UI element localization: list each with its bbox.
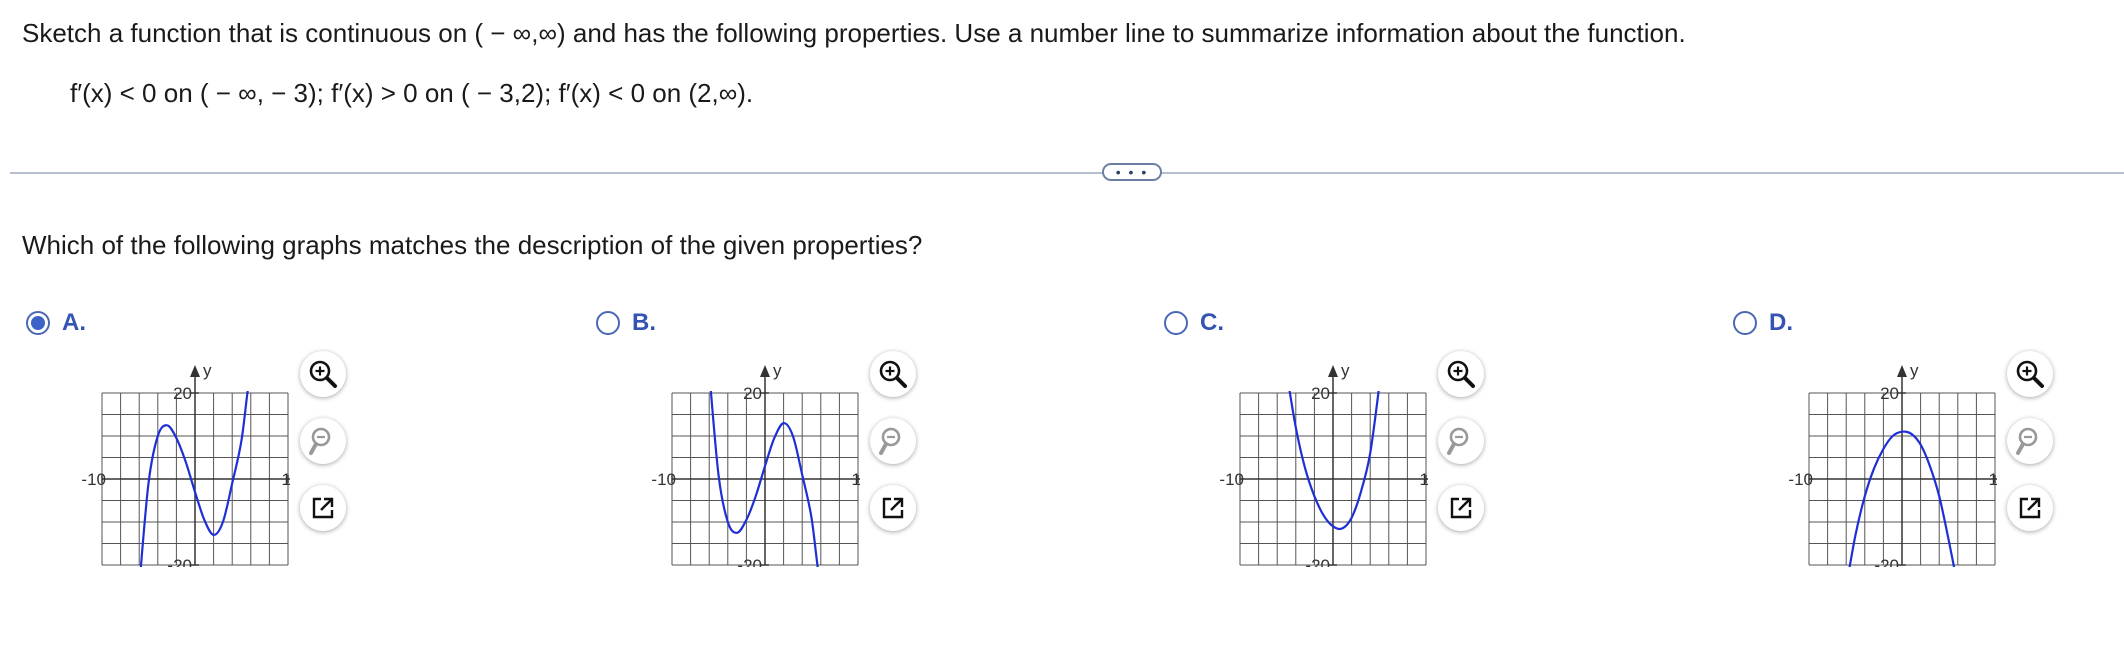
zoom-in-button[interactable] (300, 351, 346, 397)
choice-d-option[interactable]: D. (1733, 309, 1793, 337)
popout-icon (2019, 497, 2041, 519)
choice-c-option[interactable]: C. (1164, 309, 1224, 337)
graph: yx-101020-20 (1788, 361, 1997, 567)
choice-c: C.yx-101020-20 (1164, 305, 1524, 585)
zoom-out-icon (2016, 427, 2038, 455)
y-tick-label: -20 (737, 556, 762, 567)
y-tick-label: -20 (167, 556, 192, 567)
y-tick-label: -20 (1874, 556, 1899, 567)
popout-button[interactable] (2007, 485, 2053, 531)
popout-icon (1450, 497, 1472, 519)
radio-selected-dot (31, 316, 45, 330)
zoom-out-button[interactable] (2007, 418, 2053, 464)
y-tick-label: 20 (1880, 384, 1899, 403)
radio-button[interactable] (26, 311, 50, 335)
zoom-in-icon (309, 360, 337, 388)
x-tick-label: 10 (1989, 470, 1997, 489)
radio-button[interactable] (596, 311, 620, 335)
choice-letter: A. (62, 309, 86, 336)
y-axis-label: y (1341, 361, 1350, 380)
zoom-in-button[interactable] (870, 351, 916, 397)
choice-a-option[interactable]: A. (26, 309, 86, 337)
y-axis-label: y (203, 361, 212, 380)
radio-button[interactable] (1164, 311, 1188, 335)
popout-icon (882, 497, 904, 519)
zoom-out-button[interactable] (870, 418, 916, 464)
show-more-button[interactable]: • • • (1102, 163, 1162, 181)
divider (10, 172, 2124, 174)
y-axis-label: y (773, 361, 782, 380)
zoom-out-button[interactable] (300, 418, 346, 464)
zoom-out-icon (309, 427, 331, 455)
zoom-out-icon (879, 427, 901, 455)
zoom-in-icon (879, 360, 907, 388)
x-tick-label: -10 (1788, 470, 1813, 489)
popout-button[interactable] (300, 485, 346, 531)
x-tick-label: 10 (282, 470, 290, 489)
zoom-out-icon (1447, 427, 1469, 455)
choice-b: B.yx-101020-20 (596, 305, 956, 585)
y-tick-label: 20 (173, 384, 192, 403)
y-tick-label: 20 (1311, 384, 1330, 403)
x-tick-label: -10 (651, 470, 676, 489)
choice-b-option[interactable]: B. (596, 309, 656, 337)
graph: yx-101020-20 (1219, 361, 1428, 567)
graph: yx-101020-20 (651, 361, 860, 567)
x-tick-label: -10 (81, 470, 106, 489)
prompt-text: Sketch a function that is continuous on … (22, 18, 1686, 48)
choice-a: A.yx-101020-20 (26, 305, 386, 585)
y-axis-arrow (190, 365, 200, 377)
zoom-in-icon (2016, 360, 2044, 388)
zoom-in-button[interactable] (1438, 351, 1484, 397)
x-tick-label: -10 (1219, 470, 1244, 489)
popout-button[interactable] (870, 485, 916, 531)
y-tick-label: 20 (743, 384, 762, 403)
y-tick-label: -20 (1305, 556, 1330, 567)
choice-letter: D. (1769, 309, 1793, 336)
zoom-in-button[interactable] (2007, 351, 2053, 397)
properties-text: f′(x) < 0 on ( − ∞, − 3); f′(x) > 0 on (… (70, 78, 754, 108)
zoom-out-button[interactable] (1438, 418, 1484, 464)
y-axis-label: y (1910, 361, 1919, 380)
popout-icon (312, 497, 334, 519)
radio-button[interactable] (1733, 311, 1757, 335)
x-tick-label: 10 (852, 470, 860, 489)
choice-d: D.yx-101020-20 (1733, 305, 2093, 585)
y-axis-arrow (1897, 365, 1907, 377)
popout-button[interactable] (1438, 485, 1484, 531)
question-text: Which of the following graphs matches th… (22, 230, 923, 260)
y-axis-arrow (1328, 365, 1338, 377)
choice-letter: B. (632, 309, 656, 336)
x-tick-label: 10 (1420, 470, 1428, 489)
zoom-in-icon (1447, 360, 1475, 388)
choice-letter: C. (1200, 309, 1224, 336)
y-axis-arrow (760, 365, 770, 377)
graph: yx-101020-20 (81, 361, 290, 567)
